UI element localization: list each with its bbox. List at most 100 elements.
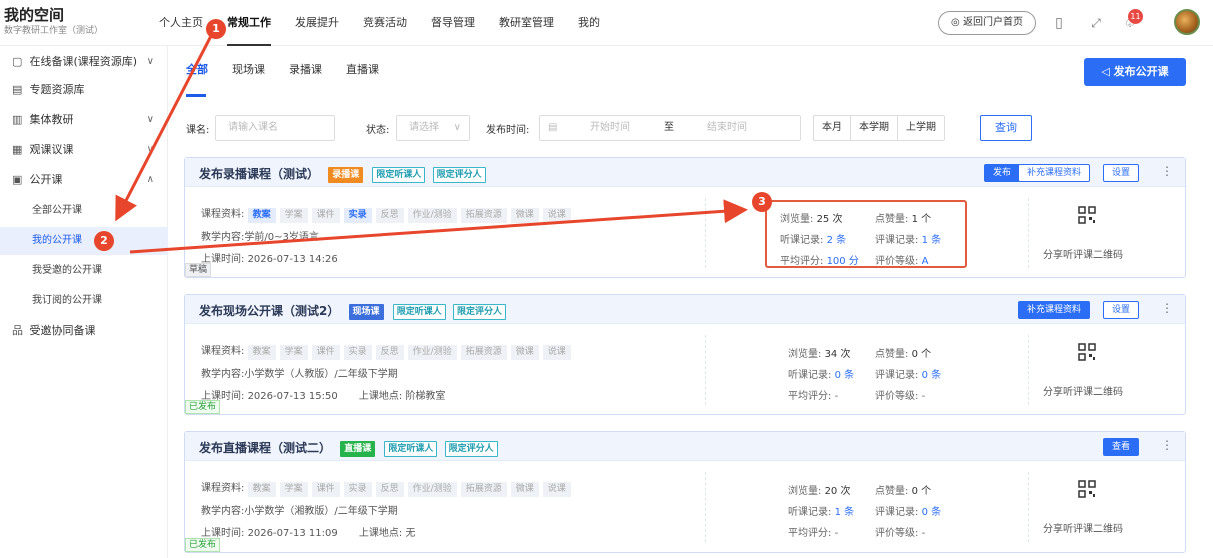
range-last-term[interactable]: 上学期 (898, 116, 944, 140)
end-time-input[interactable]: 结束时间 (707, 116, 747, 140)
query-button[interactable]: 查询 (980, 115, 1032, 141)
date-range-picker[interactable]: ▤ 开始时间 至 结束时间 (539, 115, 801, 141)
nav-mine[interactable]: 我的 (578, 0, 600, 46)
nav-competition[interactable]: 竞赛活动 (363, 0, 407, 46)
qr-code-icon[interactable] (1078, 206, 1096, 224)
res-tag[interactable]: 拓展资源 (460, 482, 507, 497)
res-tag[interactable]: 反思 (375, 208, 404, 223)
publish-public-class-button[interactable]: ◁ 发布公开课 (1084, 58, 1186, 86)
sidebar-item-group-research[interactable]: ▥ 集体教研 ∨ (0, 106, 168, 134)
res-tag[interactable]: 作业/测验 (407, 345, 457, 360)
listen-value[interactable]: 1 条 (835, 507, 855, 518)
sidebar-item-topic-library[interactable]: ▤ 专题资源库 (0, 76, 168, 104)
res-tag[interactable]: 教案 (247, 482, 276, 497)
qr-label: 分享听评课二维码 (1043, 387, 1123, 398)
annotation-marker-1: 1 (206, 19, 226, 39)
res-tag[interactable]: 拓展资源 (460, 345, 507, 360)
review-value[interactable]: 0 条 (922, 370, 942, 381)
sidebar-item-label: 公开课 (29, 173, 63, 186)
res-tag[interactable]: 反思 (375, 345, 404, 360)
course-card: 发布录播课程（测试） 录播课 限定听课人 限定评分人 发布 补充课程资料 设置 … (184, 157, 1186, 278)
likes-value: 0 个 (911, 486, 932, 497)
avg-label: 平均评分: (788, 391, 832, 402)
res-tag[interactable]: 教案 (247, 345, 276, 360)
res-tag[interactable]: 微课 (510, 482, 539, 497)
settings-button[interactable]: 设置 (1103, 164, 1140, 182)
more-icon[interactable]: ⋮ (1161, 438, 1173, 452)
highlight-box (765, 200, 967, 268)
sidebar-item-public-class[interactable]: ▣ 公开课 ∧ (0, 166, 168, 194)
more-icon[interactable]: ⋮ (1161, 164, 1173, 178)
res-tag[interactable]: 教案 (247, 208, 276, 223)
res-tag[interactable]: 反思 (375, 482, 404, 497)
sidebar-sub-my-public[interactable]: 我的公开课 (0, 227, 168, 255)
card-header: 发布现场公开课（测试2） 现场课 限定听课人 限定评分人 补充课程资料 设置 ⋮ (185, 295, 1185, 324)
resources-row: 课程资料: 教案 学案 课件 实录 反思 作业/测验 拓展资源 微课 说课 (201, 342, 575, 360)
avatar[interactable] (1174, 9, 1200, 35)
view-button[interactable]: 查看 (1103, 438, 1140, 456)
res-tag[interactable]: 作业/测验 (407, 482, 457, 497)
course-title[interactable]: 发布录播课程（测试） (199, 167, 319, 181)
res-tag[interactable]: 说课 (542, 208, 571, 223)
res-tag[interactable]: 说课 (542, 345, 571, 360)
nav-home[interactable]: 个人主页 (159, 0, 203, 46)
nav-routine-work[interactable]: 常规工作 (227, 0, 271, 46)
status-select[interactable]: 请选择 ∨ (396, 115, 470, 141)
sidebar-sub-all-public[interactable]: 全部公开课 (0, 197, 168, 225)
nav-development[interactable]: 发展提升 (295, 0, 339, 46)
sidebar-item-collab-prep[interactable]: 品 受邀协同备课 (0, 317, 168, 345)
tab-recorded[interactable]: 录播课 (289, 54, 322, 94)
sidebar-sub-subscribed-public[interactable]: 我订阅的公开课 (0, 287, 168, 315)
sidebar-item-observation[interactable]: ▦ 观课议课 ∨ (0, 136, 168, 164)
qr-code-icon[interactable] (1078, 343, 1096, 361)
res-tag[interactable]: 学案 (279, 345, 308, 360)
sidebar-item-online-prep[interactable]: ▢ 在线备课(课程资源库) ∨ (0, 48, 168, 76)
res-tag[interactable]: 微课 (510, 345, 539, 360)
res-tag[interactable]: 课件 (311, 345, 340, 360)
settings-button[interactable]: 设置 (1103, 301, 1140, 319)
qr-code-icon[interactable] (1078, 480, 1096, 498)
send-icon: ◁ (1101, 65, 1110, 78)
nav-research-office[interactable]: 教研室管理 (499, 0, 554, 46)
fullscreen-icon[interactable]: ⤢ (1087, 13, 1105, 33)
res-tag[interactable]: 实录 (343, 345, 372, 360)
content-label: 教学内容: (201, 506, 245, 517)
brand-subtitle: 数字教研工作室（测试） (4, 26, 104, 36)
tab-all[interactable]: 全部 (186, 54, 208, 94)
res-tag[interactable]: 课件 (311, 482, 340, 497)
type-tag-live: 直播课 (340, 441, 376, 457)
sidebar-sub-invited-public[interactable]: 我受邀的公开课 (0, 257, 168, 285)
tab-live[interactable]: 直播课 (346, 54, 379, 94)
supplement-material-button[interactable]: 补充课程资料 (1018, 301, 1091, 319)
nav-supervision[interactable]: 督导管理 (431, 0, 475, 46)
res-tag[interactable]: 说课 (542, 482, 571, 497)
review-value[interactable]: 0 条 (922, 507, 942, 518)
tag-limited-grader: 限定评分人 (444, 441, 498, 457)
return-portal-button[interactable]: ◎ 返回门户首页 (938, 11, 1036, 35)
tab-on-site[interactable]: 现场课 (232, 54, 265, 94)
divider (1028, 335, 1029, 405)
course-title[interactable]: 发布直播课程（测试二） (199, 441, 331, 455)
range-this-month[interactable]: 本月 (814, 116, 851, 140)
supplement-material-button[interactable]: 补充课程资料 (1018, 164, 1091, 182)
sidebar-item-label: 在线备课(课程资源库) (29, 55, 138, 68)
res-tag[interactable]: 课件 (311, 208, 340, 223)
res-tag[interactable]: 学案 (279, 482, 308, 497)
res-tag[interactable]: 实录 (343, 482, 372, 497)
publish-button[interactable]: 发布 (984, 164, 1021, 182)
more-icon[interactable]: ⋮ (1161, 301, 1173, 315)
res-tag[interactable]: 实录 (343, 208, 372, 223)
qr-label: 分享听评课二维码 (1043, 250, 1123, 261)
mobile-icon[interactable]: ▯ (1050, 13, 1068, 33)
range-this-term[interactable]: 本学期 (851, 116, 898, 140)
start-time-input[interactable]: 开始时间 (590, 116, 630, 140)
res-tag[interactable]: 拓展资源 (460, 208, 507, 223)
res-tag[interactable]: 作业/测验 (407, 208, 457, 223)
res-tag[interactable]: 学案 (279, 208, 308, 223)
course-name-input[interactable]: 请输入课名 (215, 115, 335, 141)
res-tag[interactable]: 微课 (510, 208, 539, 223)
listen-value[interactable]: 0 条 (835, 370, 855, 381)
resources-label: 课程资料: (201, 209, 245, 220)
sidebar: ▢ 在线备课(课程资源库) ∨ ▤ 专题资源库 ▥ 集体教研 ∨ ▦ 观课议课 … (0, 46, 168, 558)
course-title[interactable]: 发布现场公开课（测试2） (199, 304, 339, 318)
